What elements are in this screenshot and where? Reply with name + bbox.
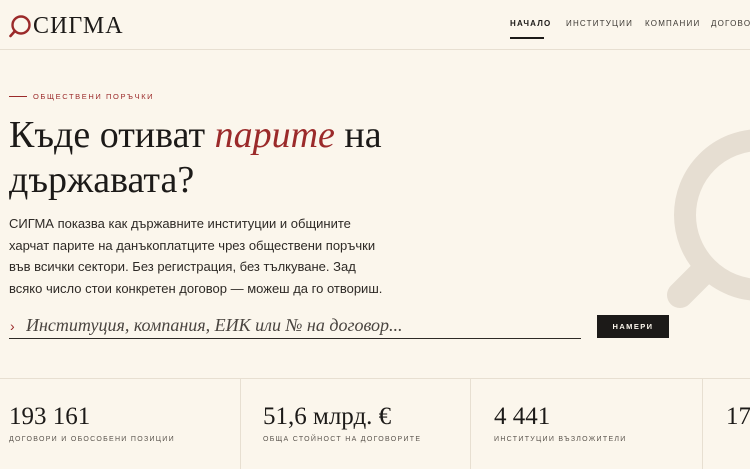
stat-institutions: 4 441 институции възложители (485, 379, 702, 469)
hero-headline: Къде отиват парите на държавата? (9, 113, 529, 203)
stat-value: 17 (726, 403, 750, 430)
headline-emphasis: парите (214, 114, 335, 156)
nav-active-indicator (510, 37, 544, 39)
headline-part-1: Къде отиват (9, 114, 215, 156)
kicker-line (9, 96, 27, 97)
search-input[interactable] (26, 315, 581, 336)
nav-item-home[interactable]: Начало (510, 19, 551, 28)
decorative-magnifier-icon (667, 129, 750, 308)
site-header: СИГМА Начало Институции Компании Договор… (0, 0, 750, 50)
stat-value: 51,6 млрд. € (263, 403, 392, 430)
stat-value: 193 161 (9, 403, 91, 430)
stats-strip: 193 161 договори и обособени позиции 51,… (0, 378, 750, 469)
search-bar: › (9, 313, 581, 339)
stat-contracts: 193 161 договори и обособени позиции (0, 379, 240, 469)
chevron-right-icon: › (10, 317, 15, 334)
search-button[interactable]: Намери (597, 315, 669, 338)
stat-label: обща стойност на договорите (263, 436, 422, 443)
stat-label: договори и обособени позиции (9, 436, 175, 443)
kicker-text: Обществени поръчки (33, 92, 155, 101)
nav-item-companies[interactable]: Компании (645, 19, 700, 28)
stat-fourth: 17 (717, 379, 750, 469)
stat-label: институции възложители (494, 436, 627, 443)
stat-divider (240, 379, 241, 469)
main-nav: Начало Институции Компании Договори (0, 0, 750, 50)
hero-intro: СИГМА показва как държавните институции … (9, 216, 383, 296)
stat-value: 4 441 (494, 403, 551, 430)
nav-item-contracts[interactable]: Договори (711, 19, 750, 28)
stat-total-value: 51,6 млрд. € обща стойност на договорите (254, 379, 470, 469)
nav-item-institutions[interactable]: Институции (566, 19, 633, 28)
stat-divider (702, 379, 703, 469)
stat-divider (470, 379, 471, 469)
section-kicker: Обществени поръчки (9, 92, 154, 101)
